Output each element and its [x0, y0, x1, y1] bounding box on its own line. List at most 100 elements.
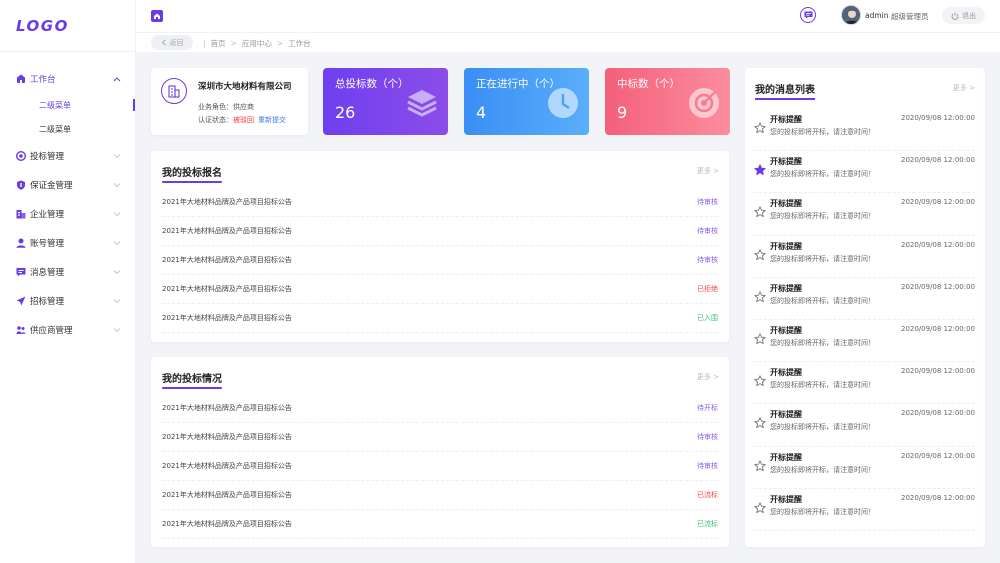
message-desc: 您的投标即将开标，请注意时间！: [770, 212, 875, 221]
sidebar-item-deposit[interactable]: 保证金管理: [0, 170, 135, 199]
user-role: 超级管理员: [891, 12, 929, 21]
table-row[interactable]: 2021年大地材料品牌及产品项目招标公告 待审核: [162, 217, 718, 246]
sidebar-item-message[interactable]: 消息管理: [0, 257, 135, 286]
list-item[interactable]: 开标提醒 2020/09/08 12:00:00 您的投标即将开标，请注意时间！: [754, 489, 975, 531]
star-icon[interactable]: [754, 502, 766, 514]
message-title: 开标提醒: [770, 410, 802, 420]
breadcrumb-separator: >: [276, 39, 284, 48]
building-icon: [16, 209, 26, 219]
message-time: 2020/09/08 12:00:00: [900, 198, 975, 207]
submenu-item-2[interactable]: 二级菜单: [0, 117, 135, 141]
bid-status-list: 2021年大地材料品牌及产品项目招标公告 待开标 2021年大地材料品牌及产品项目…: [162, 394, 718, 539]
avatar[interactable]: [841, 5, 861, 25]
submenu-item-1[interactable]: 二级菜单: [0, 93, 135, 117]
stat-value: 9: [617, 103, 628, 122]
star-icon[interactable]: [754, 459, 766, 472]
chevron-down-icon: [113, 152, 121, 160]
table-row[interactable]: 2021年大地材料品牌及产品项目招标公告 待审核: [162, 246, 718, 275]
chevron-right-icon: >: [713, 373, 719, 381]
sidebar: LOGO 工作台 二级菜单 二级菜单 投标管理 保证金管理 企业管理 账号管理 …: [0, 0, 136, 563]
sidebar-item-account[interactable]: 账号管理: [0, 228, 135, 257]
breadcrumb-bar: 返回 | 首页 > 应用中心 > 工作台: [136, 32, 1000, 52]
star-icon[interactable]: [754, 291, 766, 303]
more-label: 更多: [696, 373, 711, 381]
message-time: 2020/09/08 12:00:00: [900, 367, 975, 376]
message-title: 开标提醒: [770, 452, 802, 462]
sidebar-item-supplier[interactable]: 供应商管理: [0, 315, 135, 344]
logo-text: LOGO: [16, 16, 69, 35]
user-name[interactable]: admin: [865, 11, 889, 20]
row-name: 2021年大地材料品牌及产品项目招标公告: [162, 433, 292, 441]
back-button[interactable]: 返回: [151, 35, 193, 50]
list-item[interactable]: 开标提醒 2020/09/08 12:00:00 您的投标即将开标，请注意时间！: [754, 109, 975, 152]
table-row[interactable]: 2021年大地材料品牌及产品项目招标公告 已流标: [162, 481, 718, 510]
row-name: 2021年大地材料品牌及产品项目招标公告: [162, 520, 292, 528]
logout-button[interactable]: 退出: [942, 7, 985, 24]
layers-icon: [406, 87, 438, 119]
resubmit-link[interactable]: 重新提交: [258, 116, 286, 124]
sidebar-item-bid-management[interactable]: 投标管理: [0, 141, 135, 170]
sidebar-item-label: 供应商管理: [30, 325, 73, 336]
star-icon[interactable]: [754, 333, 766, 345]
sidebar-item-label: 投标管理: [30, 151, 65, 162]
chevron-down-icon: [113, 210, 121, 218]
chevron-down-icon: [113, 239, 121, 247]
sidebar-item-label: 企业管理: [30, 209, 65, 220]
star-icon[interactable]: [754, 122, 766, 134]
section-title: 我的投标情况: [162, 370, 222, 389]
star-icon[interactable]: [754, 375, 766, 387]
message-time: 2020/09/08 12:00:00: [900, 114, 975, 122]
more-link[interactable]: 更多 >: [953, 83, 975, 93]
list-item[interactable]: 开标提醒 2020/09/08 12:00:00 您的投标即将开标，请注意时间！: [754, 320, 975, 363]
home-icon[interactable]: [150, 9, 164, 23]
chevron-left-icon: [161, 39, 166, 46]
sidebar-item-tender[interactable]: 招标管理: [0, 286, 135, 315]
breadcrumb-home[interactable]: 首页: [211, 38, 226, 49]
sidebar-item-workbench[interactable]: 工作台: [0, 64, 135, 93]
message-list: 开标提醒 2020/09/08 12:00:00 您的投标即将开标，请注意时间！ 开标…: [754, 109, 975, 531]
table-row[interactable]: 2021年大地材料品牌及产品项目招标公告 已流标: [162, 510, 718, 539]
target-icon: [688, 87, 720, 119]
stat-total-bids[interactable]: 总投标数（个） 26: [323, 68, 448, 135]
sidebar-item-enterprise[interactable]: 企业管理: [0, 199, 135, 228]
row-name: 2021年大地材料品牌及产品项目招标公告: [162, 285, 292, 293]
list-item[interactable]: 开标提醒 2020/09/08 12:00:00 您的投标即将开标，请注意时间！: [754, 151, 975, 194]
table-row[interactable]: 2021年大地材料品牌及产品项目招标公告 已拒绝: [162, 275, 718, 304]
table-row[interactable]: 2021年大地材料品牌及产品项目招标公告 待审核: [162, 423, 718, 452]
more-link[interactable]: 更多 >: [697, 372, 719, 382]
status-badge: 待审核: [697, 256, 718, 264]
star-icon[interactable]: [754, 417, 766, 429]
star-icon[interactable]: [754, 248, 766, 261]
logo[interactable]: LOGO: [0, 0, 135, 52]
chevron-up-icon: [113, 75, 121, 83]
stat-value: 26: [335, 103, 356, 122]
table-row[interactable]: 2021年大地材料品牌及产品项目招标公告 待审核: [162, 188, 718, 217]
list-item[interactable]: 开标提醒 2020/09/08 12:00:00 您的投标即将开标，请注意时间！: [754, 236, 975, 278]
breadcrumb-separator: >: [230, 39, 237, 48]
table-row[interactable]: 2021年大地材料品牌及产品项目招标公告 已入围: [162, 304, 718, 333]
list-item[interactable]: 开标提醒 2020/09/08 12:00:00 您的投标即将开标，请注意时间！: [754, 193, 975, 236]
breadcrumb-app-center[interactable]: 应用中心: [242, 38, 272, 49]
list-item[interactable]: 开标提醒 2020/09/08 12:00:00 您的投标即将开标，请注意时间！: [754, 447, 975, 489]
list-item[interactable]: 开标提醒 2020/09/08 12:00:00 您的投标即将开标，请注意时间！: [754, 278, 975, 320]
stat-won-bids[interactable]: 中标数（个） 9: [605, 68, 730, 135]
table-row[interactable]: 2021年大地材料品牌及产品项目招标公告 待开标: [162, 394, 718, 423]
status-badge: 已拒绝: [697, 285, 718, 293]
back-label: 返回: [169, 38, 184, 47]
status-badge: 待审核: [697, 433, 718, 441]
home-icon: [16, 74, 26, 84]
bid-signup-card: 我的投标报名 更多 > 2021年大地材料品牌及产品项目招标公告 待审核 2021…: [151, 151, 729, 342]
message-icon[interactable]: [800, 7, 816, 23]
submenu-label: 二级菜单: [39, 100, 71, 110]
message-time: 2020/09/08 12:00:00: [900, 282, 975, 291]
star-icon[interactable]: [754, 206, 766, 218]
more-link[interactable]: 更多 >: [697, 166, 719, 176]
message-time: 2020/09/08 12:00:00: [900, 324, 975, 333]
list-item[interactable]: 开标提醒 2020/09/08 12:00:00 您的投标即将开标，请注意时间！: [754, 362, 975, 405]
star-icon[interactable]: [754, 164, 766, 176]
list-item[interactable]: 开标提醒 2020/09/08 12:00:00 您的投标即将开标，请注意时间！: [754, 404, 975, 447]
table-row[interactable]: 2021年大地材料品牌及产品项目招标公告 待审核: [162, 452, 718, 481]
message-title: 开标提醒: [770, 241, 802, 251]
shield-icon: [16, 180, 26, 190]
stat-in-progress[interactable]: 正在进行中（个） 4: [464, 68, 589, 135]
